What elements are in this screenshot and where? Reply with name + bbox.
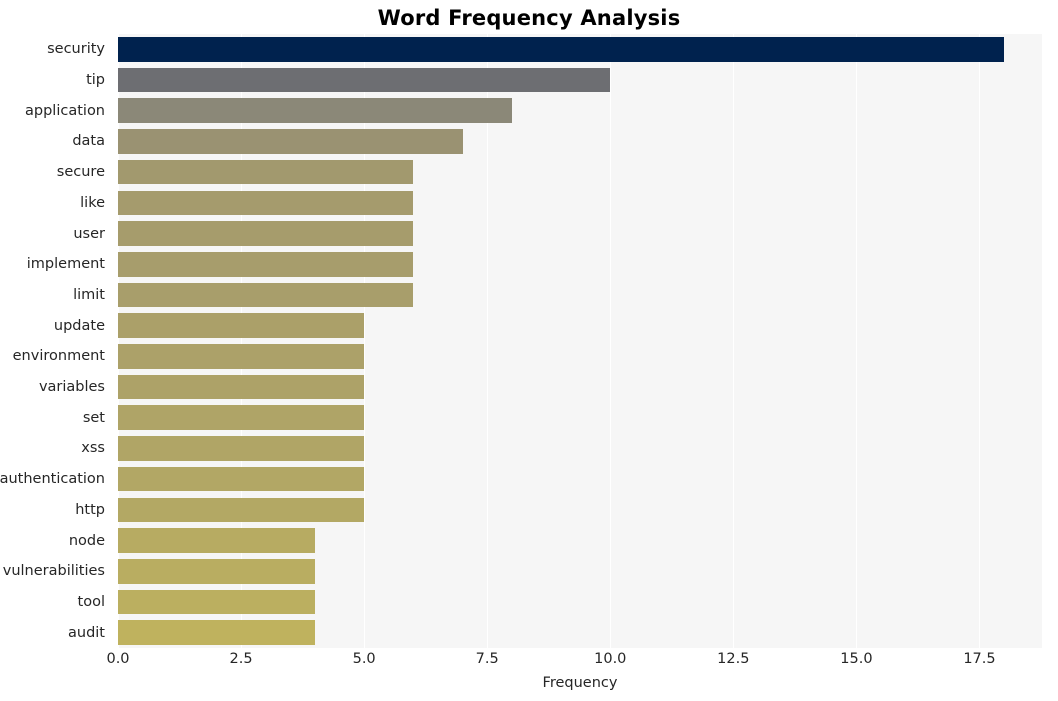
bar	[118, 129, 463, 154]
bar	[118, 466, 365, 492]
chart-title: Word Frequency Analysis	[377, 6, 681, 30]
bar	[118, 37, 1005, 62]
chart-figure: Word Frequency Analysis security tip appli…	[0, 0, 1058, 701]
y-tick-label: data	[72, 133, 105, 150]
x-tick-label: 7.5	[475, 651, 499, 667]
y-tick-label: http	[75, 501, 105, 518]
y-tick-label: implement	[26, 256, 105, 272]
y-tick-label: environment	[12, 348, 105, 365]
x-tick-label: 0.0	[106, 651, 130, 667]
y-tick-label: user	[73, 225, 105, 242]
y-tick-label: security	[47, 41, 105, 58]
bar	[118, 313, 365, 338]
bar	[118, 67, 611, 93]
bar	[118, 98, 512, 124]
x-tick-label: 2.5	[229, 651, 253, 667]
bar	[118, 344, 365, 369]
x-tick-label: 17.5	[963, 651, 996, 667]
bar	[118, 589, 315, 615]
y-tick-label: application	[25, 102, 105, 119]
bar	[118, 221, 414, 246]
y-tick-label: variables	[38, 378, 105, 395]
x-tick-label: 10.0	[594, 651, 627, 667]
x-tick-label: 15.0	[840, 651, 873, 667]
bar	[118, 405, 365, 431]
y-tick-label: tip	[86, 71, 105, 88]
y-tick-label: xss	[81, 440, 105, 457]
y-tick-label: like	[80, 194, 105, 211]
x-axis-label: Frequency	[542, 675, 618, 691]
bar	[118, 528, 315, 553]
y-tick-label: secure	[56, 163, 105, 180]
y-tick-label: tool	[77, 593, 105, 610]
y-tick-label: set	[82, 409, 105, 426]
plot-area	[118, 34, 1042, 648]
x-tick-label: 5.0	[352, 651, 376, 667]
bar	[118, 436, 365, 461]
y-tick-label: audit	[68, 624, 105, 641]
y-tick-label: authentication	[0, 470, 105, 487]
bar	[118, 251, 414, 277]
y-tick-label: vulnerabilities	[2, 563, 105, 579]
y-tick-label: limit	[73, 286, 105, 303]
bar	[118, 190, 414, 216]
y-tick-label: node	[68, 532, 105, 549]
bar	[118, 282, 414, 308]
bar	[118, 558, 315, 584]
y-axis-tick-labels: security tip application data secure like user…	[0, 34, 112, 648]
bar	[118, 159, 414, 185]
y-tick-label: update	[53, 317, 105, 334]
x-tick-label: 12.5	[717, 651, 750, 667]
bar	[118, 374, 365, 400]
bar	[118, 497, 365, 523]
x-axis-tick-labels: 0.0 2.5 5.0 7.5 10.0 12.5 15.0 17.5	[0, 651, 1058, 675]
bars-group	[118, 34, 1042, 648]
bar	[118, 620, 315, 645]
